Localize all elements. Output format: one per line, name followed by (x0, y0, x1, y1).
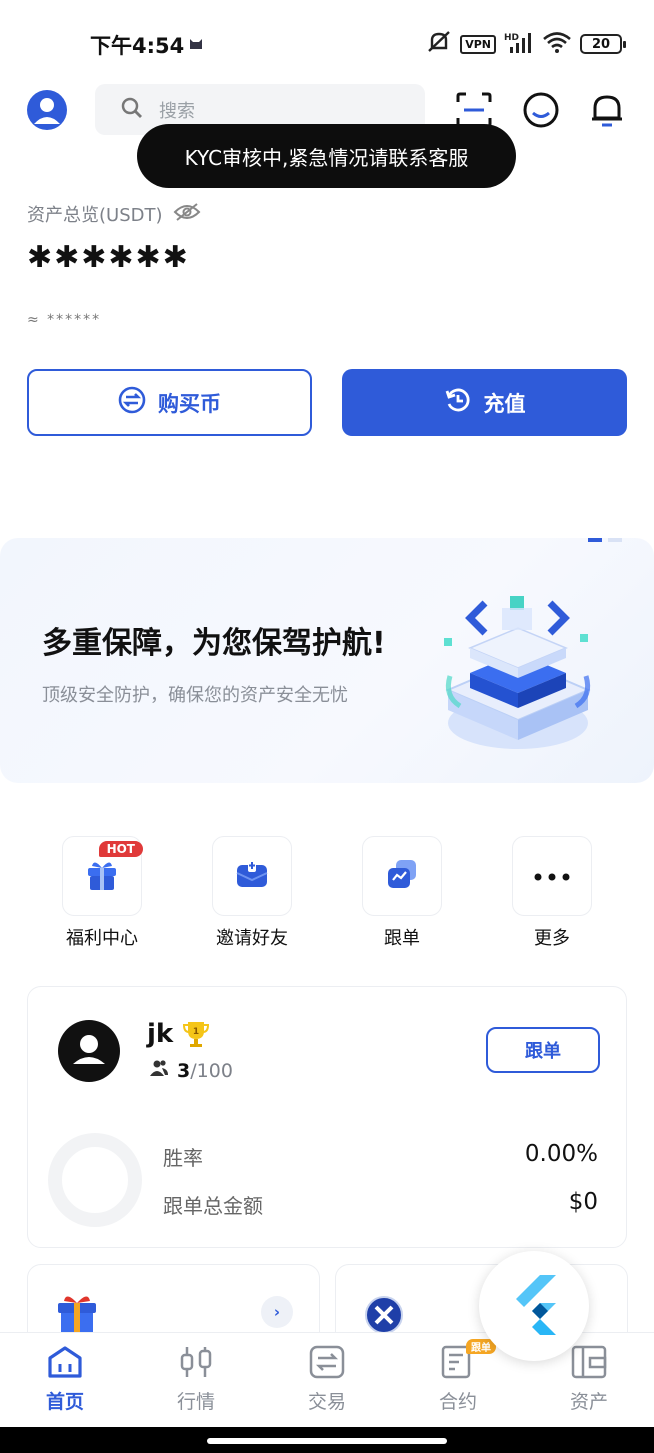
welfare-center-tile[interactable]: HOT (62, 836, 143, 916)
search-icon (121, 97, 143, 123)
win-rate-value: 0.00% (524, 1141, 598, 1167)
exchange-icon (308, 1345, 346, 1383)
asset-value-masked: ✱✱✱✱✱✱ (27, 240, 190, 275)
kyc-toast: KYC审核中,紧急情况请联系客服 (137, 124, 516, 188)
hot-badge: HOT (98, 841, 143, 857)
trader-avatar (58, 1020, 120, 1082)
copy-trader-card[interactable]: jk 1 3/100 跟单 胜率 0.00% 跟单总金额 $0 (27, 986, 627, 1248)
home-indicator[interactable] (207, 1438, 447, 1444)
welfare-center-button[interactable]: HOT 福利中心 (47, 836, 157, 950)
invite-friends-button[interactable]: 邀请好友 (197, 836, 307, 950)
signal-icon: HD (504, 31, 534, 57)
win-rate-label: 胜率 (163, 1146, 203, 1170)
svg-text:1: 1 (193, 1027, 199, 1037)
invite-friends-tile[interactable] (212, 836, 292, 916)
notification-bell-icon[interactable] (587, 90, 627, 130)
copy-trade-icon (384, 856, 420, 896)
deposit-icon (444, 386, 472, 419)
asset-approx-masked: ≈ ****** (27, 312, 102, 328)
invite-envelope-icon (234, 856, 270, 896)
tab-contract-label: 合约 (438, 1391, 477, 1413)
tab-home[interactable]: 首页 (15, 1345, 115, 1414)
profile-avatar[interactable] (27, 90, 67, 130)
trader-followers: 3/100 (149, 1059, 233, 1082)
asset-overview-label: 资产总览(USDT) (27, 201, 201, 227)
wallet-icon (570, 1345, 608, 1383)
invite-friends-label: 邀请好友 (216, 928, 288, 949)
quick-actions: HOT 福利中心 邀请好友 跟单 更多 (0, 836, 654, 956)
eye-hidden-icon[interactable] (173, 202, 201, 227)
vpn-badge: VPN (460, 34, 496, 54)
banner-indicator (608, 538, 622, 542)
copy-trade-label: 跟单 (384, 928, 420, 949)
tab-market[interactable]: 行情 (146, 1345, 246, 1414)
buy-crypto-button[interactable]: 购买币 (27, 369, 312, 436)
chevron-right-icon[interactable]: › (261, 1296, 293, 1328)
buy-crypto-label: 购买币 (158, 391, 221, 416)
tab-home-label: 首页 (45, 1391, 84, 1413)
more-button[interactable]: 更多 (497, 836, 607, 950)
more-dots-icon (532, 867, 572, 886)
candlestick-icon (177, 1345, 215, 1383)
search-placeholder: 搜索 (159, 100, 195, 122)
wifi-icon (542, 31, 572, 57)
welfare-center-label: 福利中心 (66, 928, 138, 949)
banner-indicator-active (588, 538, 602, 542)
status-icons: VPN HD 20 (426, 30, 626, 58)
copy-trade-button[interactable]: 跟单 (347, 836, 457, 950)
flutter-float-button[interactable] (479, 1251, 589, 1361)
tab-contract[interactable]: 跟单 合约 (408, 1339, 508, 1414)
banner-title: 多重保障，为您保驾护航! (42, 626, 386, 661)
follow-trader-button[interactable]: 跟单 (486, 1027, 600, 1073)
app-notification-icon (189, 35, 203, 54)
win-rate-ring (48, 1133, 142, 1227)
trophy-icon: 1 (182, 1019, 210, 1053)
banner-subtitle: 顶级安全防护，确保您的资产安全无忧 (42, 685, 348, 706)
promo-banner[interactable]: 多重保障，为您保驾护航! 顶级安全防护，确保您的资产安全无忧 (0, 538, 654, 783)
copy-total-value: $0 (568, 1189, 598, 1215)
buy-crypto-icon (118, 386, 146, 419)
more-label: 更多 (534, 928, 570, 949)
copy-trade-tile[interactable] (362, 836, 442, 916)
gift-icon (84, 856, 120, 896)
tab-trade-label: 交易 (307, 1391, 346, 1413)
more-tile[interactable] (512, 836, 592, 916)
trader-name: jk (147, 1019, 174, 1049)
home-icon (46, 1345, 84, 1383)
followers-max: /100 (190, 1059, 233, 1082)
tab-market-label: 行情 (176, 1391, 215, 1413)
tab-assets-label: 资产 (569, 1391, 608, 1413)
support-chat-icon[interactable] (521, 90, 561, 130)
followers-icon (149, 1059, 169, 1082)
mute-icon (426, 30, 452, 58)
copy-total-label: 跟单总金额 (163, 1194, 263, 1218)
status-time: 下午4:54 (90, 34, 185, 58)
deposit-button[interactable]: 充值 (342, 369, 627, 436)
svg-text:HD: HD (504, 33, 519, 43)
flutter-logo-icon (506, 1273, 562, 1339)
tab-trade[interactable]: 交易 (277, 1345, 377, 1414)
battery-icon: 20 (580, 34, 626, 54)
followers-count: 3 (177, 1059, 191, 1082)
deposit-label: 充值 (483, 391, 526, 416)
asset-label-text: 资产总览(USDT) (27, 205, 163, 226)
status-bar: 下午4:54 VPN HD 20 (0, 0, 654, 84)
security-shield-illustration (430, 578, 605, 758)
